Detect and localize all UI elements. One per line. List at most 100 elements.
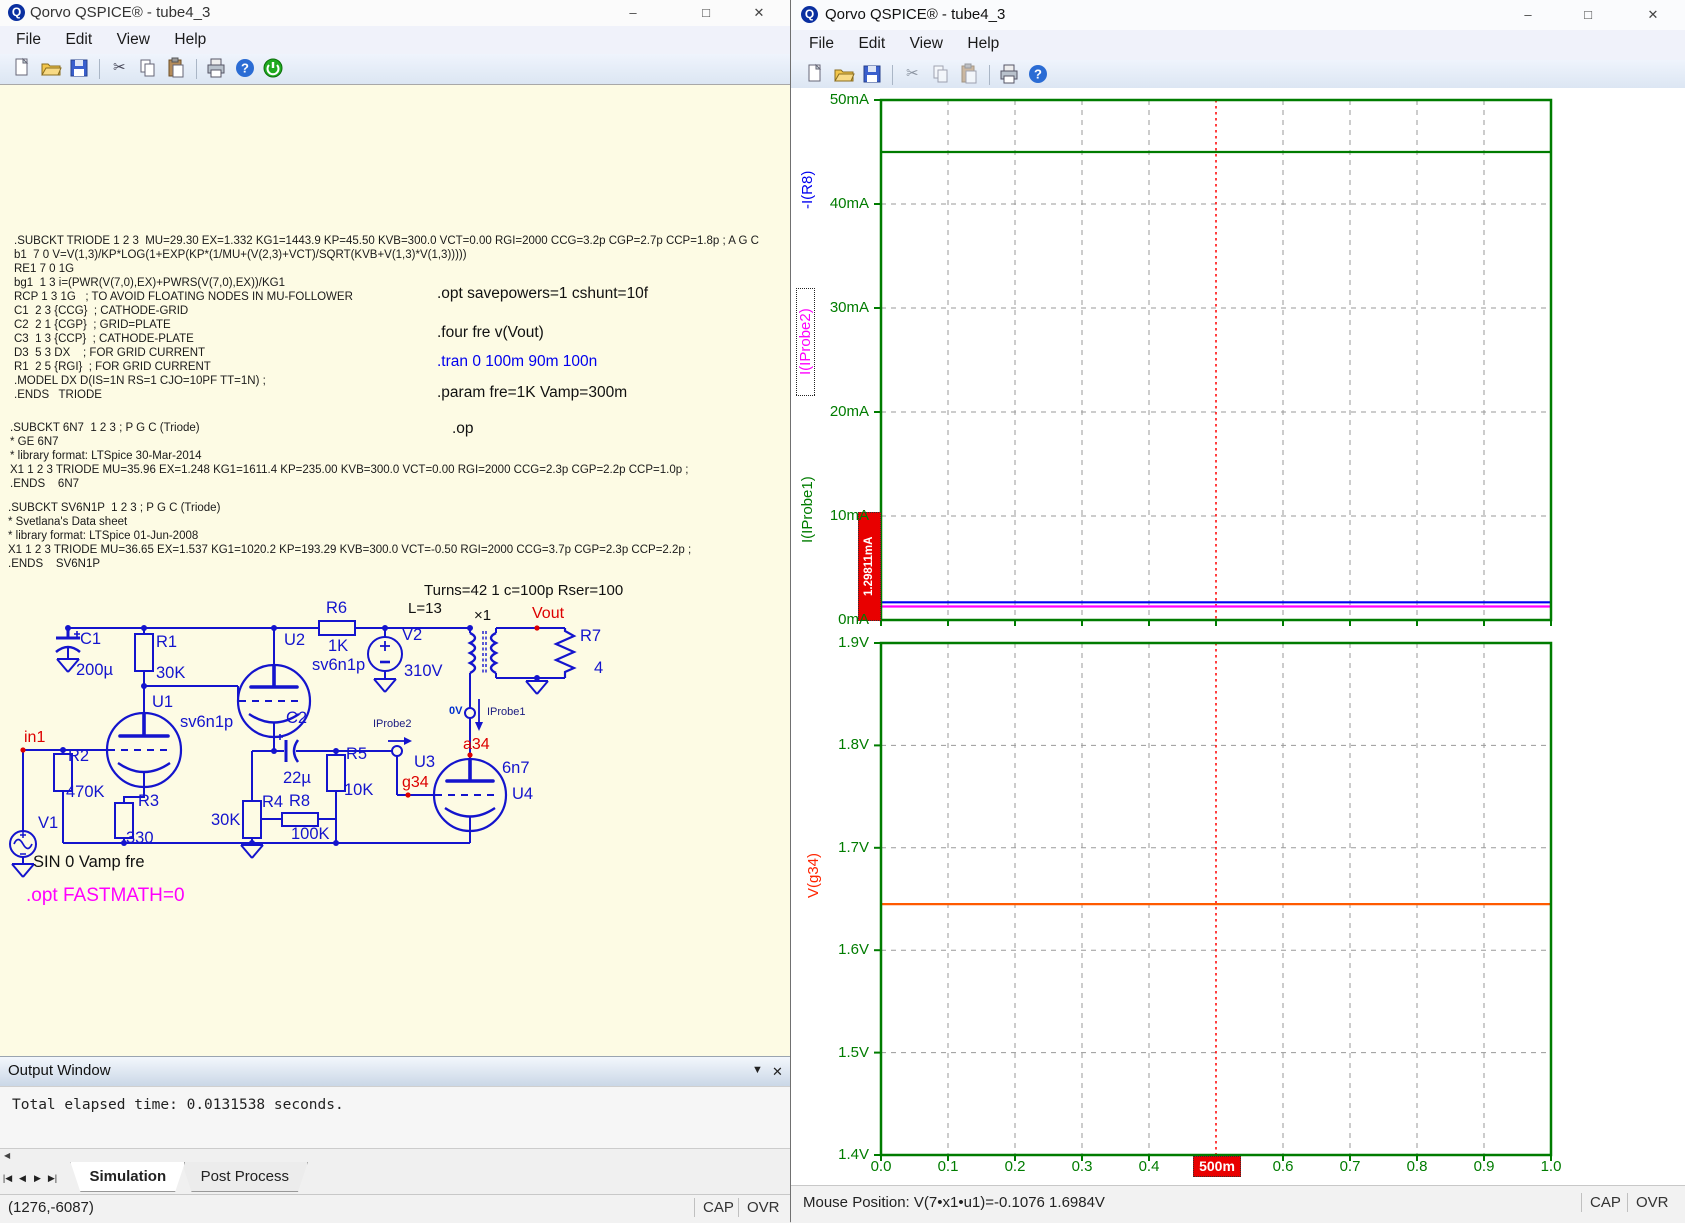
resistor-r7[interactable] xyxy=(556,628,574,678)
value-u2[interactable]: sv6n1p xyxy=(312,656,365,675)
label-r5[interactable]: R5 xyxy=(346,745,367,764)
menu-view[interactable]: View xyxy=(107,26,160,54)
label-v2[interactable]: V2 xyxy=(402,626,422,645)
print-icon[interactable] xyxy=(205,57,227,79)
value-u1[interactable]: sv6n1p xyxy=(180,713,233,732)
help-icon[interactable]: ? xyxy=(234,57,256,79)
tab-next-icon[interactable]: ▶ xyxy=(30,1163,45,1193)
net-label-g34[interactable]: g34 xyxy=(402,774,429,792)
label-r7[interactable]: R7 xyxy=(580,627,601,646)
value-r7[interactable]: 4 xyxy=(594,659,603,678)
capacitor-c1[interactable] xyxy=(56,628,80,659)
cut-icon[interactable]: ✂ xyxy=(108,57,130,79)
tab-prev-icon[interactable]: ◀ xyxy=(15,1163,30,1193)
capacitor-c2[interactable] xyxy=(274,734,392,762)
value-u4[interactable]: 6n7 xyxy=(502,759,530,778)
label-u4[interactable]: U4 xyxy=(512,785,533,804)
collapse-output-icon[interactable]: ▼ xyxy=(752,1064,763,1076)
label-v1[interactable]: V1 xyxy=(38,814,58,833)
left-titlebar[interactable]: Q Qorvo QSPICE® - tube4_3 – □ ✕ xyxy=(0,0,790,26)
transformer[interactable] xyxy=(470,628,496,708)
waveform-plot-region[interactable]: -I(R8) I(IProbe2) I(IProbe1) V(g34) 1.29… xyxy=(791,88,1685,1185)
label-iprobe2[interactable]: IProbe2 xyxy=(373,718,412,730)
copy-icon[interactable] xyxy=(930,63,952,85)
minimize-button[interactable]: – xyxy=(1511,2,1545,28)
net-label-in1[interactable]: in1 xyxy=(24,729,45,747)
label-c2[interactable]: C2 xyxy=(286,709,307,728)
resistor-r5[interactable] xyxy=(327,751,345,843)
close-output-icon[interactable]: ✕ xyxy=(772,1064,783,1080)
output-window-body[interactable]: Total elapsed time: 0.0131538 seconds. xyxy=(0,1086,790,1149)
value-c2[interactable]: 22µ xyxy=(283,769,311,788)
value-v2[interactable]: 310V xyxy=(404,662,443,681)
label-r3[interactable]: R3 xyxy=(138,792,159,811)
cut-icon[interactable]: ✂ xyxy=(901,63,923,85)
menu-help[interactable]: Help xyxy=(957,30,1009,58)
output-window-header[interactable]: Output Window ▼ ✕ xyxy=(0,1056,790,1087)
label-r4[interactable]: R4 xyxy=(262,793,283,812)
schematic-canvas[interactable]: .SUBCKT TRIODE 1 2 3 MU=29.30 EX=1.332 K… xyxy=(0,84,790,1057)
value-r1[interactable]: 30K xyxy=(156,664,185,683)
menu-file[interactable]: File xyxy=(6,26,51,54)
menu-edit[interactable]: Edit xyxy=(848,30,895,58)
net-label-vout[interactable]: Vout xyxy=(532,605,564,623)
paste-icon[interactable] xyxy=(165,57,187,79)
minimize-button[interactable]: – xyxy=(616,0,650,26)
open-file-icon[interactable] xyxy=(833,63,855,85)
tab-last-icon[interactable]: ▶| xyxy=(45,1163,60,1193)
horizontal-scrollbar[interactable]: ◀ xyxy=(0,1148,790,1163)
print-icon[interactable] xyxy=(998,63,1020,85)
tube-u1[interactable] xyxy=(107,713,181,787)
new-file-icon[interactable] xyxy=(804,63,826,85)
source-v1[interactable] xyxy=(10,750,36,864)
run-simulation-icon[interactable] xyxy=(262,57,284,79)
menu-edit[interactable]: Edit xyxy=(55,26,102,54)
value-r2[interactable]: 470K xyxy=(66,783,105,802)
maximize-button[interactable]: □ xyxy=(1571,2,1605,28)
close-button[interactable]: ✕ xyxy=(742,0,776,26)
resistor-r1[interactable] xyxy=(135,628,153,686)
label-iprobe1[interactable]: IProbe1 xyxy=(487,706,526,718)
value-c1[interactable]: 200µ xyxy=(76,661,113,680)
source-v2[interactable] xyxy=(368,628,402,679)
new-file-icon[interactable] xyxy=(11,57,33,79)
resistor-r6[interactable] xyxy=(319,621,355,635)
value-r3[interactable]: 330 xyxy=(126,829,154,848)
menu-help[interactable]: Help xyxy=(164,26,216,54)
tab-simulation[interactable]: Simulation xyxy=(70,1162,185,1192)
right-titlebar[interactable]: Q Qorvo QSPICE® - tube4_3 – □ ✕ xyxy=(791,0,1685,30)
label-u3[interactable]: U3 xyxy=(414,753,435,772)
tab-post-process[interactable]: Post Process xyxy=(182,1162,308,1192)
open-file-icon[interactable] xyxy=(40,57,62,79)
cursor-value-badge[interactable]: 1.29811mA xyxy=(858,512,881,621)
scroll-left-icon[interactable]: ◀ xyxy=(4,1151,10,1160)
save-file-icon[interactable] xyxy=(68,57,90,79)
waveform-plot[interactable] xyxy=(791,88,1685,1185)
wire-secondary[interactable] xyxy=(496,628,565,681)
label-u1[interactable]: U1 xyxy=(152,693,173,712)
close-button[interactable]: ✕ xyxy=(1636,2,1670,28)
tube-u4[interactable] xyxy=(434,759,506,843)
cursor-time-badge[interactable]: 500m xyxy=(1193,1156,1241,1177)
value-r4[interactable]: 30K xyxy=(211,811,240,830)
menu-view[interactable]: View xyxy=(900,30,953,58)
help-icon[interactable]: ? xyxy=(1027,63,1049,85)
trace-label-minus-i-r8[interactable]: -I(R8) xyxy=(799,146,816,234)
menu-file[interactable]: File xyxy=(799,30,844,58)
value-r6[interactable]: 1K xyxy=(328,637,348,656)
net-label-a34[interactable]: a34 xyxy=(463,736,490,754)
label-u2[interactable]: U2 xyxy=(284,631,305,650)
maximize-button[interactable]: □ xyxy=(689,0,723,26)
label-r1[interactable]: R1 xyxy=(156,633,177,652)
save-file-icon[interactable] xyxy=(861,63,883,85)
label-r6[interactable]: R6 xyxy=(326,599,347,618)
value-r8[interactable]: 100K xyxy=(291,825,330,844)
paste-icon[interactable] xyxy=(958,63,980,85)
copy-icon[interactable] xyxy=(137,57,159,79)
value-v1[interactable]: SIN 0 Vamp fre xyxy=(33,853,145,872)
value-r5[interactable]: 10K xyxy=(344,781,373,800)
label-c1[interactable]: C1 xyxy=(80,630,101,649)
tab-first-icon[interactable]: |◀ xyxy=(0,1163,15,1193)
label-r8[interactable]: R8 xyxy=(289,792,310,811)
label-r2[interactable]: R2 xyxy=(68,747,89,766)
